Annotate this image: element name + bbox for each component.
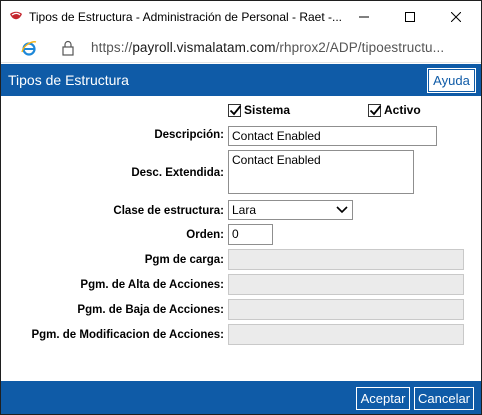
window-title: Tipos de Estructura - Administración de … — [29, 10, 343, 24]
orden-input[interactable]: 0 — [228, 224, 273, 245]
activo-checkbox-wrap[interactable]: Activo — [368, 103, 421, 117]
url-domain: payroll.vismalatam.com — [132, 40, 276, 55]
maximize-icon — [405, 12, 415, 22]
minimize-icon — [359, 16, 369, 18]
close-button[interactable] — [433, 1, 479, 33]
maximize-button[interactable] — [387, 1, 433, 33]
popup-window: Tipos de Estructura - Administración de … — [0, 0, 482, 415]
clase-estructura-select[interactable]: Lara — [228, 200, 353, 220]
sistema-checkbox[interactable] — [228, 103, 242, 117]
desc-extendida-label: Desc. Extendida: — [131, 167, 224, 179]
pgm-carga-input — [228, 249, 464, 270]
pgm-alta-label: Pgm. de Alta de Acciones: — [80, 279, 224, 291]
close-icon — [451, 12, 461, 22]
pgm-carga-label: Pgm de carga: — [144, 254, 224, 266]
descripcion-input[interactable]: Contact Enabled — [228, 126, 437, 146]
desc-extendida-textarea[interactable]: Contact Enabled — [228, 150, 414, 194]
window-titlebar[interactable]: Tipos de Estructura - Administración de … — [1, 1, 481, 33]
accept-button[interactable]: Aceptar — [356, 387, 410, 410]
pgm-baja-label: Pgm. de Baja de Acciones: — [77, 304, 224, 316]
ie-browser-icon — [21, 40, 37, 56]
form-footer: Aceptar Cancelar — [1, 381, 481, 414]
lock-icon — [61, 40, 75, 56]
activo-label: Activo — [384, 103, 421, 117]
form-header: Tipos de Estructura Ayuda — [1, 64, 481, 96]
url-path: /rhprox2/ADP/tipoestructu... — [275, 40, 445, 55]
sistema-checkbox-wrap[interactable]: Sistema — [228, 103, 290, 117]
address-bar[interactable]: https://payroll.vismalatam.com/rhprox2/A… — [1, 33, 481, 63]
sistema-label: Sistema — [244, 103, 291, 117]
checkmark-icon — [369, 104, 382, 115]
pgm-baja-input — [228, 299, 464, 320]
chevron-down-icon — [336, 206, 348, 214]
pgm-modif-label: Pgm. de Modificacion de Acciones: — [31, 329, 224, 341]
orden-label: Orden: — [186, 229, 224, 241]
help-button[interactable]: Ayuda — [427, 68, 476, 93]
cancel-button[interactable]: Cancelar — [414, 387, 474, 410]
url-text[interactable]: https://payroll.vismalatam.com/rhprox2/A… — [91, 40, 444, 55]
clase-estructura-label: Clase de estructura: — [113, 205, 224, 217]
form-content: Sistema Activo Descripción: Contact Enab… — [1, 96, 481, 381]
pgm-alta-input — [228, 274, 464, 295]
clase-estructura-value: Lara — [232, 203, 257, 217]
app-logo-icon — [9, 11, 23, 23]
activo-checkbox[interactable] — [368, 103, 382, 117]
page-title: Tipos de Estructura — [8, 72, 129, 88]
checkmark-icon — [229, 104, 242, 115]
pgm-modif-input — [228, 324, 464, 345]
minimize-button[interactable] — [341, 1, 387, 33]
url-prefix: https:// — [91, 40, 133, 55]
descripcion-label: Descripción: — [154, 129, 224, 141]
